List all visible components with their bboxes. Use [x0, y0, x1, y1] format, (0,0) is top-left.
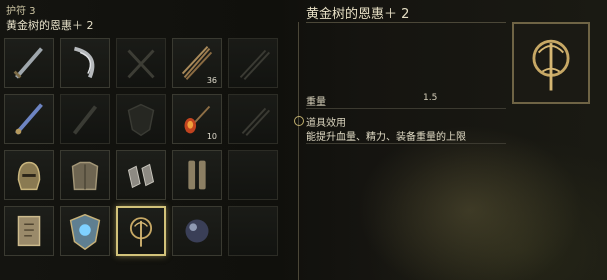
slot-fire-arrow[interactable]: 10	[172, 94, 222, 144]
golden-tree-talisman-icon	[129, 217, 153, 247]
bolt-placeholder-icon	[241, 107, 271, 136]
quantity-label: 10	[206, 132, 217, 141]
slot-shield-placeholder[interactable]	[116, 94, 166, 144]
slot-greaves[interactable]	[172, 150, 222, 200]
quantity-label: 36	[206, 76, 217, 85]
effect-divider	[306, 143, 506, 144]
slot-helmet[interactable]	[4, 150, 54, 200]
greaves-icon	[188, 160, 206, 190]
chest-armor-icon	[71, 161, 99, 191]
slot-dark-orb[interactable]	[172, 206, 222, 256]
golden-tree-talisman-icon	[532, 39, 570, 91]
slot-bolt-placeholder[interactable]	[228, 94, 278, 144]
slot-blue-sword[interactable]	[4, 94, 54, 144]
panel-divider	[298, 22, 299, 280]
curved-blade-talisman-icon	[73, 46, 95, 79]
weight-label: 重量	[306, 97, 326, 108]
slot-golden-tree-talisman[interactable]	[116, 206, 166, 256]
dark-orb-icon	[185, 219, 209, 243]
slot-chest-armor[interactable]	[60, 150, 110, 200]
title-underline	[306, 22, 506, 23]
weight-value: 1.5	[423, 93, 438, 103]
slot-sword-talisman[interactable]	[4, 38, 54, 88]
effect-icon	[294, 116, 304, 126]
slot-crossed-axes[interactable]	[116, 38, 166, 88]
slot-arrow-placeholder[interactable]	[228, 38, 278, 88]
crossed-axes-placeholder-icon	[127, 49, 155, 79]
slot-empty[interactable]	[228, 206, 278, 256]
scroll-talisman-icon	[17, 215, 41, 247]
slot-gauntlets[interactable]	[116, 150, 166, 200]
shield-placeholder-icon	[127, 103, 155, 137]
effect-heading: 道具效用	[306, 118, 346, 129]
gauntlets-icon	[127, 163, 155, 189]
detail-title: 黄金树的恩惠＋ 2	[306, 7, 410, 22]
slot-blade-placeholder[interactable]	[60, 94, 110, 144]
item-preview	[512, 22, 590, 104]
sword-talisman-icon	[13, 47, 43, 79]
blue-sword-talisman-icon	[15, 103, 43, 135]
helmet-icon	[17, 161, 41, 191]
category-label: 护符 3	[6, 6, 36, 17]
slot-scroll-talisman[interactable]	[4, 206, 54, 256]
slot-blue-crest-shield[interactable]	[60, 206, 110, 256]
blade-placeholder-icon	[72, 105, 98, 135]
slot-empty[interactable]	[228, 150, 278, 200]
stat-divider	[306, 108, 506, 109]
slot-curved-blade[interactable]	[60, 38, 110, 88]
effect-description: 能提升血量、精力、装备重量的上限	[306, 132, 466, 143]
selected-item-name: 黄金树的恩惠＋ 2	[6, 19, 94, 32]
slot-arrow-bundle[interactable]: 36	[172, 38, 222, 88]
arrow-placeholder-icon	[239, 49, 271, 80]
blue-crest-shield-icon	[69, 213, 101, 251]
inventory-panel: 护符 3 黄金树的恩惠＋ 2 36 10	[0, 0, 290, 280]
